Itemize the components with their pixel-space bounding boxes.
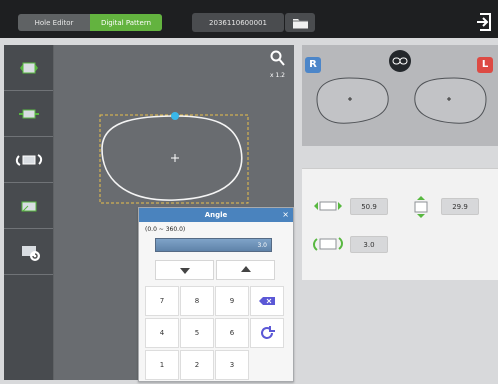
search-icon[interactable] <box>270 50 286 68</box>
zoom-level: x 1.2 <box>270 72 285 79</box>
left-lens-preview[interactable] <box>409 75 491 127</box>
align-shape-tool[interactable] <box>4 91 53 137</box>
dialog-title: Angle <box>139 208 293 222</box>
hole-editor-tab[interactable]: Hole Editor <box>18 14 90 31</box>
angle-input[interactable]: 3.0 <box>155 238 272 252</box>
key-2[interactable]: 2 <box>180 350 214 380</box>
increase-angle-button[interactable] <box>216 260 275 280</box>
right-lens-preview[interactable] <box>312 75 394 127</box>
rotate-shape-icon <box>15 153 42 166</box>
right-lens-badge: R <box>305 57 321 73</box>
edit-shape-tool[interactable] <box>4 183 53 229</box>
key-8[interactable]: 8 <box>180 286 214 316</box>
angle-dialog: Angle × (0.0 ~ 360.0) 3.0 7 8 9 4 5 6 1 … <box>138 207 294 382</box>
link-icon <box>392 57 408 65</box>
rotation-icon <box>313 237 343 251</box>
digital-pattern-tab[interactable]: Digital Pattern <box>90 14 162 31</box>
width-icon <box>314 201 342 211</box>
reset-shape-icon <box>21 245 40 261</box>
reset-button[interactable] <box>250 318 284 348</box>
key-6[interactable]: 6 <box>215 318 249 348</box>
exit-icon[interactable] <box>476 12 494 32</box>
reset-shape-tool[interactable] <box>4 229 53 275</box>
refresh-icon <box>261 326 275 339</box>
decrease-angle-button[interactable] <box>155 260 214 280</box>
rotate-shape-tool[interactable] <box>4 137 53 183</box>
arrow-down-icon <box>179 268 190 274</box>
fit-shape-icon <box>19 62 38 73</box>
folder-button[interactable] <box>285 13 315 32</box>
height-value: 29.9 <box>441 198 479 215</box>
key-9[interactable]: 9 <box>215 286 249 316</box>
key-3[interactable]: 3 <box>215 350 249 380</box>
measurement-panel <box>302 168 498 280</box>
backspace-icon <box>259 297 275 305</box>
fit-shape-tool[interactable] <box>4 45 53 91</box>
align-shape-icon <box>18 109 39 118</box>
edit-shape-icon <box>21 201 36 211</box>
top-toolbar: Hole Editor Digital Pattern 203611060000… <box>0 0 498 38</box>
key-5[interactable]: 5 <box>180 318 214 348</box>
key-7[interactable]: 7 <box>145 286 179 316</box>
key-1[interactable]: 1 <box>145 350 179 380</box>
arrow-up-icon <box>240 266 251 272</box>
height-icon <box>414 196 428 218</box>
link-lenses-button[interactable] <box>389 50 411 72</box>
mode-selector: Hole Editor Digital Pattern <box>18 14 162 31</box>
angle-range: (0.0 ~ 360.0) <box>145 226 186 233</box>
backspace-button[interactable] <box>250 286 284 316</box>
close-button[interactable]: × <box>282 208 289 222</box>
numeric-keypad: 7 8 9 4 5 6 1 2 3 <box>145 286 287 381</box>
file-number-field[interactable]: 2036110600001 <box>192 13 284 32</box>
width-value: 50.9 <box>350 198 388 215</box>
key-4[interactable]: 4 <box>145 318 179 348</box>
left-lens-badge: L <box>477 57 493 73</box>
angle-value: 3.0 <box>350 236 388 253</box>
folder-icon <box>292 18 308 28</box>
shape-tool-panel <box>4 45 54 380</box>
